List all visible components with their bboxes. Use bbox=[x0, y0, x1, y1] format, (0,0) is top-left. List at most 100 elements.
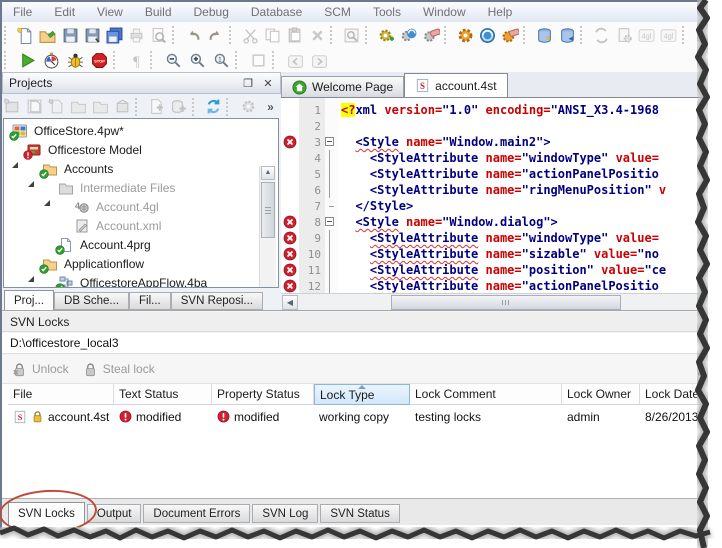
menu-item-edit[interactable]: Edit bbox=[43, 2, 86, 22]
menu-item-debug[interactable]: Debug bbox=[183, 2, 240, 22]
code-line[interactable]: <StyleAttribute name="actionPanelPositio bbox=[341, 278, 659, 294]
doc-gear-icon bbox=[616, 27, 633, 44]
toolbar-button-disk[interactable] bbox=[59, 24, 81, 46]
toolbar-button-stopwatch[interactable] bbox=[39, 49, 63, 71]
toolbar-button-db-new[interactable] bbox=[534, 24, 556, 46]
toolbar-button-disk2[interactable] bbox=[81, 24, 103, 46]
tree-item-account-4gl[interactable]: 4 Account.4gl bbox=[4, 198, 278, 217]
toolbar-button-gear-eraser[interactable] bbox=[420, 24, 442, 46]
menu-item-database[interactable]: Database bbox=[240, 2, 313, 22]
projects-panel-header: Projects ❐ ✕ bbox=[2, 72, 281, 94]
float-panel-icon[interactable]: ❐ bbox=[240, 76, 256, 90]
toolbar-button-swirl-big[interactable] bbox=[477, 24, 499, 46]
left-tab-svn-reposi[interactable]: SVN Reposi... bbox=[170, 292, 263, 310]
table-cell-lock-comment[interactable]: testing locks bbox=[410, 405, 562, 428]
toolbar-button-gear-eraser2[interactable] bbox=[499, 24, 521, 46]
line-number: 6 bbox=[314, 184, 321, 197]
code-line[interactable]: <StyleAttribute name="windowType" value= bbox=[341, 230, 659, 246]
left-tab-db-sche[interactable]: DB Sche... bbox=[54, 292, 130, 310]
toolbar-button-paste bbox=[284, 24, 306, 46]
h-scroll-thumb[interactable] bbox=[391, 295, 621, 310]
toolbar-button-folder-open[interactable] bbox=[37, 24, 59, 46]
toolbar-button-zoom-out[interactable] bbox=[161, 49, 185, 71]
scroll-left-icon[interactable]: ◀ bbox=[282, 295, 298, 310]
code-line[interactable]: <StyleAttribute name="actionPanelPositio bbox=[341, 166, 659, 182]
tree-item-intermediate-files[interactable]: Intermediate Files bbox=[4, 179, 278, 206]
toolbar-button-db-import[interactable] bbox=[556, 24, 578, 46]
table-cell-text-status[interactable]: modified bbox=[114, 405, 212, 428]
cell-text: modified bbox=[234, 409, 280, 424]
toolbar-button-gear-swirl[interactable] bbox=[398, 24, 420, 46]
column-header-text-status[interactable]: Text Status bbox=[114, 384, 212, 405]
scroll-right-icon[interactable]: ▶ bbox=[705, 295, 721, 310]
toolbar-button-play[interactable] bbox=[15, 49, 39, 71]
toolbar-button-gear-plus[interactable] bbox=[375, 24, 397, 46]
bottom-tab-svn-log[interactable]: SVN Log bbox=[252, 504, 319, 523]
close-panel-icon[interactable]: ✕ bbox=[260, 76, 276, 90]
table-cell-file[interactable]: Saccount.4st bbox=[8, 405, 114, 428]
zoom-1-icon: 1 bbox=[213, 52, 230, 69]
projects-toolbar-button-chev[interactable]: » bbox=[259, 96, 281, 118]
tree-item-account-4prg[interactable]: Account.4prg bbox=[4, 236, 278, 255]
code-line[interactable]: <StyleAttribute name="position" value="c… bbox=[341, 262, 666, 278]
column-header-lock-type[interactable]: Lock Type bbox=[314, 384, 410, 405]
code-line[interactable]: <StyleAttribute name="windowType" value= bbox=[341, 150, 659, 166]
table-cell-lock-owner[interactable]: admin bbox=[562, 405, 640, 428]
editor-tab-welcome-page[interactable]: Welcome Page bbox=[281, 76, 405, 97]
column-header-lock-owner[interactable]: Lock Owner bbox=[562, 384, 640, 405]
code-line[interactable]: <Style name="Window.main2"> bbox=[341, 134, 550, 150]
left-tab-proj[interactable]: Proj... bbox=[4, 290, 55, 311]
h-scrollbar[interactable]: ◀ ▶ bbox=[281, 293, 722, 310]
tree-item-officestoreappflow-4ba[interactable]: OfficestoreAppFlow.4ba bbox=[4, 274, 278, 287]
menu-item-scm[interactable]: SCM bbox=[313, 2, 362, 22]
projects-toolbar-button-gpkg bbox=[111, 96, 133, 118]
menu-item-build[interactable]: Build bbox=[134, 2, 183, 22]
svg-text:4gl: 4gl bbox=[641, 31, 651, 40]
editor-tab-account-4st[interactable]: Saccount.4st bbox=[404, 73, 508, 97]
fold-collapse-icon[interactable] bbox=[325, 217, 334, 226]
steal-lock-button[interactable]: Steal lock bbox=[83, 362, 155, 377]
square-icon bbox=[250, 52, 267, 69]
toolbar-button-gear-big[interactable] bbox=[455, 24, 477, 46]
code-line[interactable]: <?xml version="1.0" encoding="ANSI_X3.4-… bbox=[341, 102, 659, 118]
menu-item-help[interactable]: Help bbox=[477, 2, 524, 22]
toolbar-button-stop[interactable]: STOP bbox=[87, 49, 111, 71]
code-line[interactable]: </Style> bbox=[341, 198, 413, 214]
working-copy-path[interactable]: D:\officestore_local3 bbox=[2, 333, 714, 354]
toolbar-button-undo[interactable] bbox=[183, 24, 205, 46]
projects-toolbar-button-sync[interactable] bbox=[203, 96, 225, 118]
toolbar-button-g4gl: 4gl bbox=[635, 24, 657, 46]
code-line[interactable]: <StyleAttribute name="ringMenuPosition" … bbox=[341, 182, 666, 198]
toolbar-button-zoom-1[interactable]: 1 bbox=[209, 49, 233, 71]
column-header-file[interactable]: File bbox=[8, 384, 114, 405]
column-header-lock-date[interactable]: Lock Date bbox=[640, 384, 722, 405]
code-line[interactable]: <Style name="Window.dialog"> bbox=[341, 214, 557, 230]
toolbar-button-zoom-in[interactable] bbox=[185, 49, 209, 71]
toolbar-button-page-new[interactable] bbox=[14, 24, 36, 46]
tree-item-applicationflow[interactable]: Applicationflow bbox=[4, 255, 278, 282]
fold-collapse-icon[interactable] bbox=[325, 137, 334, 146]
table-cell-lock-type[interactable]: working copy bbox=[314, 405, 410, 428]
toolbar-button-bug[interactable] bbox=[63, 49, 87, 71]
tree-item-account-xml[interactable]: Account.xml bbox=[4, 217, 278, 236]
menu-item-view[interactable]: View bbox=[86, 2, 134, 22]
column-header-lock-comment[interactable]: Lock Comment bbox=[410, 384, 562, 405]
code-area[interactable]: 1 <?xml version="1.0" encoding="ANSI_X3.4… bbox=[281, 97, 722, 294]
zoom-in-icon bbox=[189, 52, 206, 69]
table-cell-property-status[interactable]: modified bbox=[212, 405, 314, 428]
tree-item-officestore-model[interactable]: Officestore Model bbox=[4, 141, 278, 168]
column-header-property-status[interactable]: Property Status bbox=[212, 384, 314, 405]
menu-item-file[interactable]: File bbox=[2, 2, 43, 22]
unlock-button[interactable]: Unlock bbox=[12, 362, 69, 377]
bottom-tab-svn-status[interactable]: SVN Status bbox=[320, 504, 400, 523]
tree-item-officestore-4pw[interactable]: OfficeStore.4pw* bbox=[4, 122, 278, 141]
code-line[interactable]: <StyleAttribute name="sizable" value="no bbox=[341, 246, 659, 262]
menu-item-window[interactable]: Window bbox=[412, 2, 477, 22]
toolbar-button-disk-all[interactable] bbox=[103, 24, 125, 46]
menu-item-tools[interactable]: Tools bbox=[362, 2, 412, 22]
bottom-tab-document-errors[interactable]: Document Errors bbox=[143, 504, 251, 523]
table-cell-lock-date[interactable]: 8/26/2013 1 bbox=[640, 405, 722, 428]
toolbar-button-redo[interactable] bbox=[205, 24, 227, 46]
tree-item-accounts[interactable]: Accounts bbox=[4, 160, 278, 187]
left-tab-fil[interactable]: Fil... bbox=[129, 292, 171, 310]
